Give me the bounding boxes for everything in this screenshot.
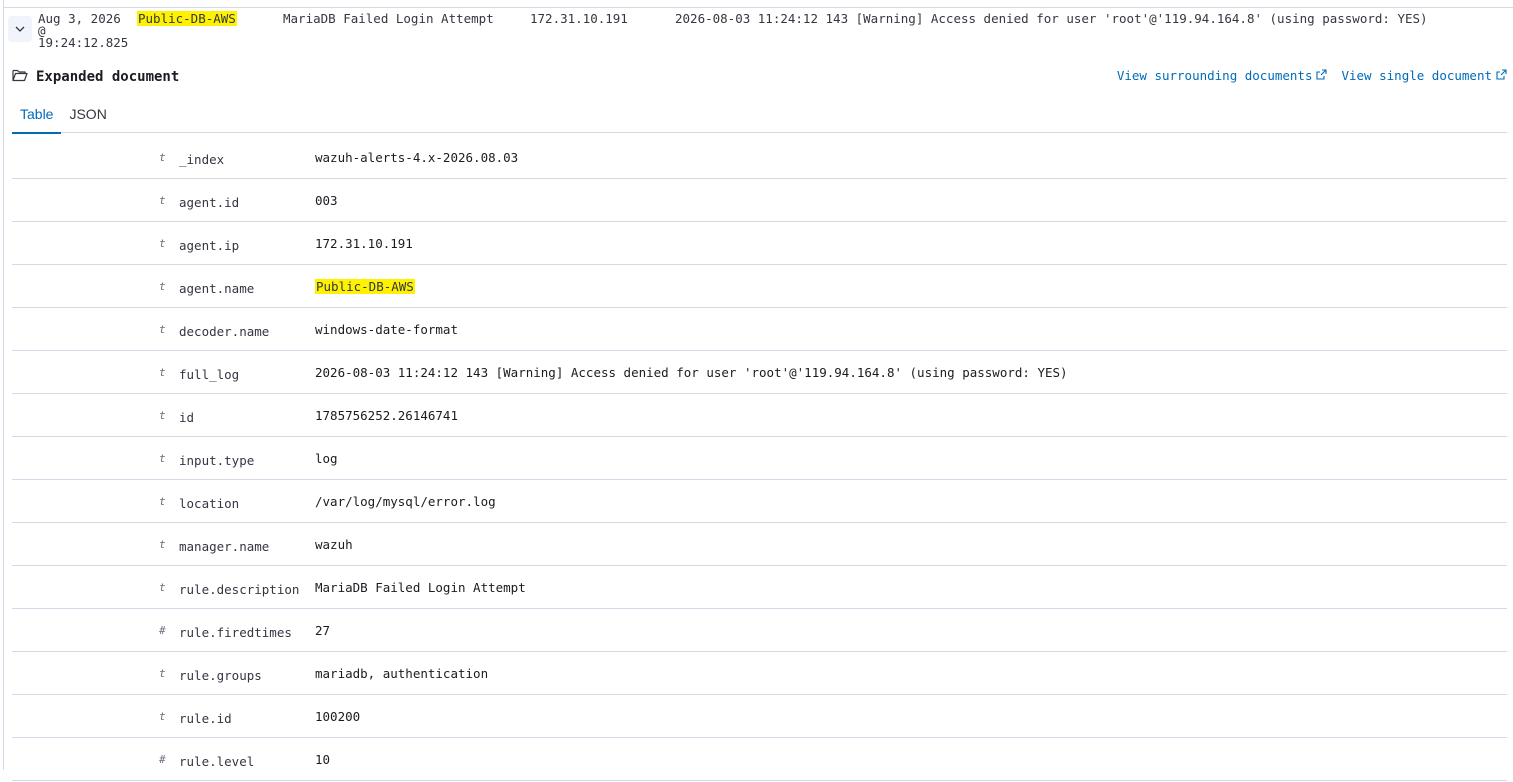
tab-json[interactable]: JSON	[61, 100, 114, 132]
field-name: full_log	[179, 366, 240, 382]
field-name: _index	[179, 151, 225, 167]
string-type-icon: t	[159, 236, 166, 250]
field-name: location	[179, 495, 240, 511]
document-fields-table: t _index wazuh-alerts-4.x-2026.08.03 t agent…	[12, 136, 1507, 781]
summary-timestamp: Aug 3, 2026 @ 19:24:12.825	[38, 11, 129, 50]
field-name: rule.firedtimes	[179, 624, 292, 640]
number-type-icon: #	[159, 623, 166, 637]
table-row: # rule.level 10	[12, 738, 1507, 781]
folder-open-icon	[12, 67, 28, 86]
field-value: wazuh-alerts-4.x-2026.08.03	[315, 149, 519, 165]
field-value: 10	[315, 751, 331, 767]
summary-rule-description: MariaDB Failed Login Attempt	[283, 11, 494, 26]
string-type-icon: t	[159, 279, 166, 293]
string-type-icon: t	[159, 408, 166, 422]
expanded-document-header: Expanded document	[12, 67, 179, 86]
field-value: 003	[315, 192, 338, 208]
view-surrounding-documents-link[interactable]: View surrounding documents	[1117, 68, 1328, 83]
search-highlight: Public-DB-AWS	[315, 278, 415, 294]
field-value: 1785756252.26146741	[315, 407, 458, 423]
field-name: agent.ip	[179, 237, 240, 253]
field-value: MariaDB Failed Login Attempt	[315, 579, 526, 595]
field-name: rule.level	[179, 753, 255, 769]
field-name: manager.name	[179, 538, 270, 554]
field-value: 172.31.10.191	[315, 235, 413, 251]
field-name: input.type	[179, 452, 255, 468]
field-name: agent.id	[179, 194, 240, 210]
table-row: t agent.id 003	[12, 179, 1507, 222]
document-links: View surrounding documents View single d…	[1117, 68, 1507, 83]
table-row: t rule.description MariaDB Failed Login At…	[12, 566, 1507, 609]
table-row: t agent.name Public-DB-AWS	[12, 265, 1507, 308]
field-value: log	[315, 450, 338, 466]
summary-full-log: 2026-08-03 11:24:12 143 [Warning] Access…	[675, 11, 1428, 26]
field-value: Public-DB-AWS	[315, 265, 415, 307]
field-value: wazuh	[315, 536, 353, 552]
table-row: t full_log 2026-08-03 11:24:12 143 [Warnin…	[12, 351, 1507, 394]
table-row: t _index wazuh-alerts-4.x-2026.08.03	[12, 136, 1507, 179]
field-name: id	[179, 409, 195, 425]
field-value: /var/log/mysql/error.log	[315, 493, 496, 509]
table-row: t location/var/log/mysql/error.log	[12, 480, 1507, 523]
string-type-icon: t	[159, 537, 166, 551]
summary-agent-name: Public-DB-AWS	[137, 11, 237, 26]
string-type-icon: t	[159, 494, 166, 508]
view-single-document-link[interactable]: View single document	[1341, 68, 1507, 83]
field-value: windows-date-format	[315, 321, 458, 337]
table-row: t input.type log	[12, 437, 1507, 480]
collapse-toggle-button[interactable]	[8, 16, 32, 42]
table-row: t rule.groups mariadb, authentication	[12, 652, 1507, 695]
string-type-icon: t	[159, 322, 166, 336]
chevron-down-icon	[14, 20, 26, 39]
field-value: 2026-08-03 11:24:12 143 [Warning] Access…	[315, 364, 1068, 380]
field-name: agent.name	[179, 280, 255, 296]
string-type-icon: t	[159, 666, 166, 680]
field-name: rule.description	[179, 581, 300, 597]
tab-table[interactable]: Table	[12, 100, 62, 134]
field-value: mariadb, authentication	[315, 665, 489, 681]
field-name: rule.id	[179, 710, 232, 726]
table-row: t id 1785756252.26146741	[12, 394, 1507, 437]
table-row: # rule.firedtimes 27	[12, 609, 1507, 652]
link-label: View surrounding documents	[1116, 68, 1313, 83]
document-tabs: Table JSON	[12, 100, 1507, 134]
string-type-icon: t	[159, 709, 166, 723]
table-row: t decoder.name windows-date-format	[12, 308, 1507, 351]
string-type-icon: t	[159, 451, 166, 465]
external-link-icon	[1316, 68, 1328, 83]
table-row: t manager.name wazuh	[12, 523, 1507, 566]
external-link-icon	[1496, 68, 1507, 83]
page-title: Expanded document	[36, 68, 180, 85]
number-type-icon: #	[159, 752, 166, 766]
table-row: t rule.id 100200	[12, 695, 1507, 738]
string-type-icon: t	[159, 193, 166, 207]
string-type-icon: t	[159, 580, 166, 594]
search-highlight: Public-DB-AWS	[137, 11, 237, 26]
string-type-icon: t	[159, 365, 166, 379]
summary-agent-ip: 172.31.10.191	[530, 11, 628, 26]
string-type-icon: t	[159, 150, 166, 164]
row-divider	[4, 7, 1513, 8]
table-row: t agent.ip 172.31.10.191	[12, 222, 1507, 265]
left-border	[3, 0, 4, 770]
field-value: 100200	[315, 708, 361, 724]
field-name: rule.groups	[179, 667, 262, 683]
link-label: View single document	[1341, 68, 1492, 83]
field-value: 27	[315, 622, 331, 638]
field-name: decoder.name	[179, 323, 270, 339]
